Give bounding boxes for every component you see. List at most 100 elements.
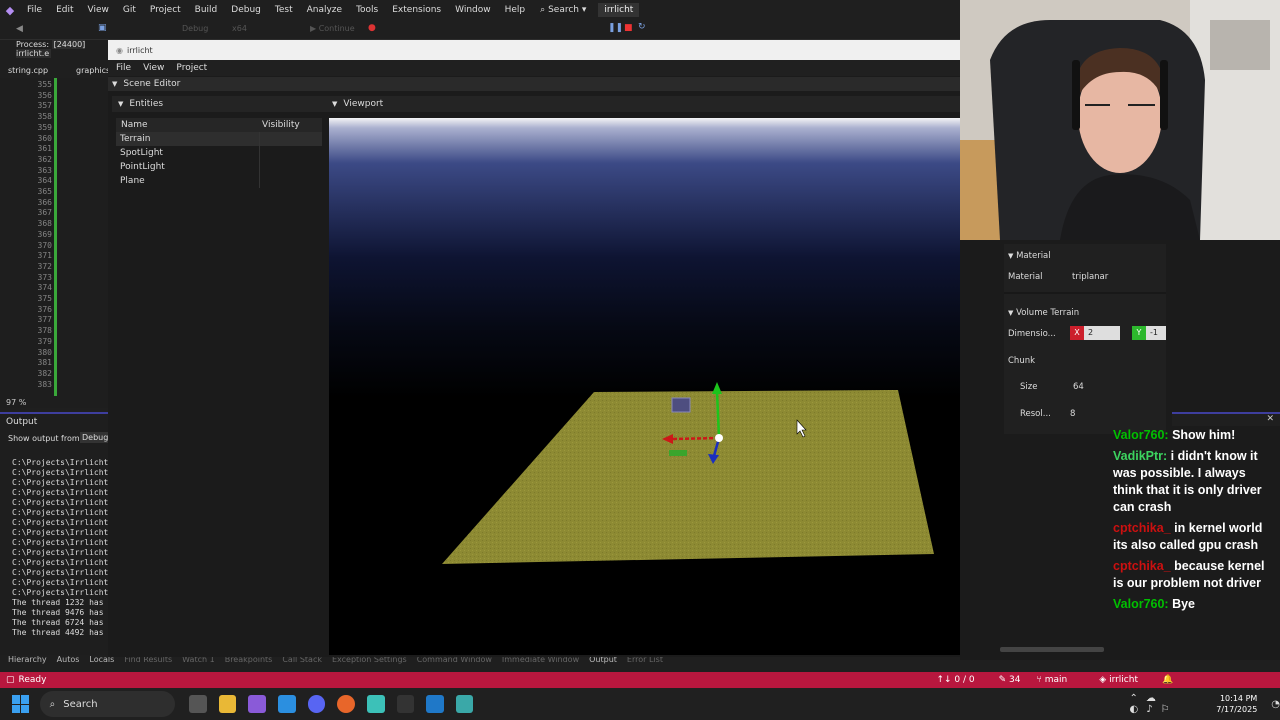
app-menu-project[interactable]: Project xyxy=(170,63,213,73)
entity-row[interactable]: Plane xyxy=(116,174,322,188)
menu-edit[interactable]: Edit xyxy=(49,5,80,15)
notifications-icon[interactable]: 🔔 xyxy=(1162,675,1173,685)
windows-taskbar: ⌕ Search ⌃☁◐♪⚐ 10:14 PM 7/17/2025 ◔ xyxy=(0,688,1280,720)
volume-section-header[interactable]: ▼ Volume Terrain xyxy=(1008,308,1079,318)
entity-row[interactable]: SpotLight xyxy=(116,146,322,160)
output-line: C:\Projects\Irrlicht xyxy=(12,528,109,537)
bottom-tab[interactable]: Autos xyxy=(57,655,80,668)
git-changes[interactable]: ↑↓ 0 / 0 xyxy=(936,675,974,685)
notepad-icon[interactable] xyxy=(366,695,385,713)
save-icon[interactable]: ▣ xyxy=(98,23,107,33)
menu-view[interactable]: View xyxy=(81,5,116,15)
y-arrow-icon[interactable] xyxy=(712,382,722,394)
size-value[interactable]: 64 xyxy=(1073,382,1084,392)
notification-icon[interactable]: ◔ xyxy=(1271,699,1280,710)
platform-dropdown[interactable]: x64 xyxy=(232,24,298,33)
vscode-icon[interactable] xyxy=(277,695,296,713)
scene-editor-header[interactable]: ▼ Scene Editor xyxy=(108,77,960,91)
chat-username[interactable]: Valor760: xyxy=(1113,597,1169,611)
viewport-3d[interactable] xyxy=(329,118,960,655)
output-line: C:\Projects\Irrlicht xyxy=(12,468,109,477)
material-section-title: Material xyxy=(1016,251,1051,261)
pause-icon[interactable]: ❚❚ xyxy=(608,23,623,33)
taskbar-search[interactable]: ⌕ Search xyxy=(39,691,176,717)
pencil-count-value: 34 xyxy=(1009,675,1021,685)
close-icon[interactable]: ✕ xyxy=(1266,414,1274,424)
vs-toolbar: ◀ ▣ Debug x64 ▶ Continue ● ❚❚ ■ ↻ xyxy=(0,20,960,40)
show-output-select[interactable]: Debug xyxy=(80,432,111,443)
windows-start-icon[interactable] xyxy=(12,695,30,713)
file-explorer-icon[interactable] xyxy=(218,695,237,713)
line-number: 369 xyxy=(37,229,52,239)
col-visibility[interactable]: Visibility xyxy=(262,120,300,130)
output-line: C:\Projects\Irrlicht xyxy=(12,538,109,547)
entities-title: Entities xyxy=(129,99,164,109)
menu-help[interactable]: Help xyxy=(498,5,533,15)
vs-logo-icon[interactable]: ◆ xyxy=(0,4,20,17)
output-line: The thread 4492 has xyxy=(12,628,104,637)
entity-row[interactable]: PointLight xyxy=(116,160,322,174)
app-icon[interactable] xyxy=(426,695,444,713)
col-name[interactable]: Name xyxy=(121,120,148,130)
dim-x-input[interactable]: 2 xyxy=(1084,326,1120,340)
material-section-header[interactable]: ▼ Material xyxy=(1008,251,1051,261)
line-number: 355 xyxy=(37,80,52,89)
menu-test[interactable]: Test xyxy=(268,5,300,15)
pointlight-gizmo[interactable] xyxy=(669,450,687,456)
chat-scrollbar[interactable] xyxy=(1000,647,1104,652)
chat-username[interactable]: cptchika_ xyxy=(1113,559,1171,573)
tray-icons[interactable]: ⌃☁◐♪⚐ xyxy=(1129,693,1210,715)
stop-icon[interactable]: ■ xyxy=(624,23,633,33)
clock[interactable]: 10:14 PM 7/17/2025 xyxy=(1216,693,1257,715)
chat-username[interactable]: Valor760: xyxy=(1113,428,1169,442)
spotlight-gizmo[interactable] xyxy=(671,397,691,413)
app-menu-view[interactable]: View xyxy=(137,63,170,73)
menu-project[interactable]: Project xyxy=(143,5,188,15)
zoom-level[interactable]: 97 % xyxy=(6,398,26,407)
terminal-icon[interactable] xyxy=(396,695,415,713)
resol-value[interactable]: 8 xyxy=(1070,409,1075,419)
tab-graphics[interactable]: graphics xyxy=(76,66,110,75)
record-icon[interactable]: ● xyxy=(368,23,376,33)
menu-git[interactable]: Git xyxy=(116,5,143,15)
line-number: 382 xyxy=(37,368,52,378)
back-icon[interactable]: ◀ xyxy=(16,24,23,34)
terrain-plane[interactable] xyxy=(442,390,934,564)
menu-analyze[interactable]: Analyze xyxy=(300,5,349,15)
app-menu-file[interactable]: File xyxy=(110,63,137,73)
menu-extensions[interactable]: Extensions xyxy=(385,5,448,15)
continue-label: Continue xyxy=(318,24,355,33)
continue-button[interactable]: ▶ Continue xyxy=(310,24,355,33)
process-bar: Process: [24400] irrlicht.e xyxy=(0,40,110,58)
entity-row[interactable]: Terrain xyxy=(116,132,322,146)
repo[interactable]: ◈ irrlicht xyxy=(1099,675,1138,685)
tab-string-cpp[interactable]: string.cpp xyxy=(8,66,48,75)
menu-file[interactable]: File xyxy=(20,5,49,15)
material-value[interactable]: triplanar xyxy=(1072,272,1108,282)
restart-icon[interactable]: ↻ xyxy=(638,22,646,32)
menu-build[interactable]: Build xyxy=(188,5,225,15)
irrlicht-app-icon[interactable] xyxy=(455,695,474,713)
discord-icon[interactable] xyxy=(307,695,326,713)
branch[interactable]: ⑂ main xyxy=(1037,675,1068,685)
viewport-header[interactable]: ▼ Viewport xyxy=(326,96,966,112)
chat-username[interactable]: VadikPtr: xyxy=(1113,449,1167,463)
menu-window[interactable]: Window xyxy=(448,5,498,15)
gizmo-center[interactable] xyxy=(715,434,723,442)
chat-username[interactable]: cptchika_ xyxy=(1113,521,1171,535)
bottom-tab[interactable]: Hierarchy xyxy=(8,655,47,668)
firefox-icon[interactable] xyxy=(337,695,355,713)
repo-value: irrlicht xyxy=(1109,675,1138,685)
menu-debug[interactable]: Debug xyxy=(224,5,268,15)
vs-search[interactable]: ⌕ Search ▾ xyxy=(532,5,594,15)
visual-studio-icon[interactable] xyxy=(248,695,266,713)
menu-tools[interactable]: Tools xyxy=(349,5,385,15)
pencil-count[interactable]: ✎ 34 xyxy=(999,675,1021,685)
entities-header[interactable]: ▼ Entities xyxy=(112,96,326,112)
entities-panel: ▼ Entities Name Visibility Terrain SpotL… xyxy=(112,96,326,656)
dim-y-input[interactable]: -1 xyxy=(1146,326,1166,340)
config-dropdown[interactable]: Debug xyxy=(182,24,226,33)
task-view-icon[interactable] xyxy=(189,695,207,713)
clock-time: 10:14 PM xyxy=(1219,694,1258,703)
line-number: 367 xyxy=(37,208,52,218)
